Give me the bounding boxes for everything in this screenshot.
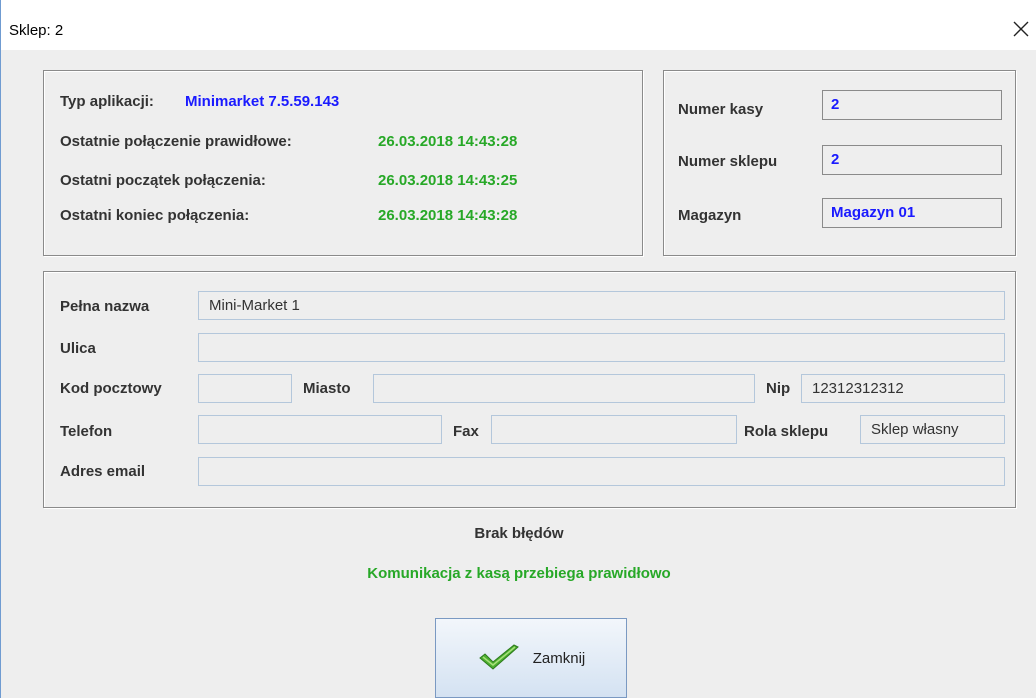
postal-code-label: Kod pocztowy: [60, 380, 162, 397]
street-field[interactable]: [198, 333, 1005, 362]
shop-number-label: Numer sklepu: [678, 153, 778, 170]
close-button-label: Zamknij: [532, 649, 586, 667]
title-bar: Sklep: 2: [1, 0, 1036, 50]
postal-code-field[interactable]: [198, 374, 292, 403]
warehouse-field[interactable]: Magazyn 01: [822, 198, 1002, 228]
close-window-button[interactable]: [1005, 12, 1036, 46]
app-type-label: Typ aplikacji:: [60, 93, 154, 110]
window-title: Sklep: 2: [9, 22, 64, 39]
shop-role-label: Rola sklepu: [744, 423, 829, 440]
city-label: Miasto: [303, 380, 351, 397]
shop-role-field[interactable]: Sklep własny: [860, 415, 1005, 444]
shop-details-panel: Pełna nazwa Mini-Market 1 Ulica Kod pocz…: [43, 271, 1016, 508]
last-end-value: 26.03.2018 14:43:28: [378, 207, 518, 224]
last-start-label: Ostatni początek połączenia:: [60, 172, 266, 189]
till-number-field[interactable]: 2: [822, 90, 1002, 120]
shop-number-field[interactable]: 2: [822, 145, 1002, 175]
last-start-value: 26.03.2018 14:43:25: [378, 172, 518, 189]
email-field[interactable]: [198, 457, 1005, 486]
phone-label: Telefon: [60, 423, 113, 440]
fax-field[interactable]: [491, 415, 737, 444]
full-name-field[interactable]: Mini-Market 1: [198, 291, 1005, 320]
nip-field[interactable]: 12312312312: [801, 374, 1005, 403]
last-end-label: Ostatni koniec połączenia:: [60, 207, 250, 224]
last-ok-label: Ostatnie połączenie prawidłowe:: [60, 133, 292, 150]
connection-info-panel: Typ aplikacji: Minimarket 7.5.59.143 Ost…: [43, 70, 643, 256]
email-label: Adres email: [60, 463, 146, 480]
dialog-window: Sklep: 2 Typ aplikacji: Minimarket 7.5.5…: [0, 0, 1036, 698]
errors-status: Brak błędów: [474, 525, 564, 542]
last-ok-value: 26.03.2018 14:43:28: [378, 133, 518, 150]
register-panel: Numer kasy 2 Numer sklepu 2 Magazyn Maga…: [663, 70, 1016, 256]
phone-field[interactable]: [198, 415, 442, 444]
fax-label: Fax: [453, 423, 479, 440]
full-name-label: Pełna nazwa: [60, 298, 150, 315]
close-button[interactable]: Zamknij: [435, 618, 627, 698]
communication-status: Komunikacja z kasą przebiega prawidłowo: [367, 565, 671, 582]
checkmark-icon: [478, 644, 519, 670]
app-type-value: Minimarket 7.5.59.143: [185, 93, 340, 110]
city-field[interactable]: [373, 374, 755, 403]
nip-label: Nip: [766, 380, 791, 397]
till-number-label: Numer kasy: [678, 101, 764, 118]
close-icon: [1013, 21, 1029, 37]
warehouse-label: Magazyn: [678, 207, 742, 224]
street-label: Ulica: [60, 340, 96, 357]
